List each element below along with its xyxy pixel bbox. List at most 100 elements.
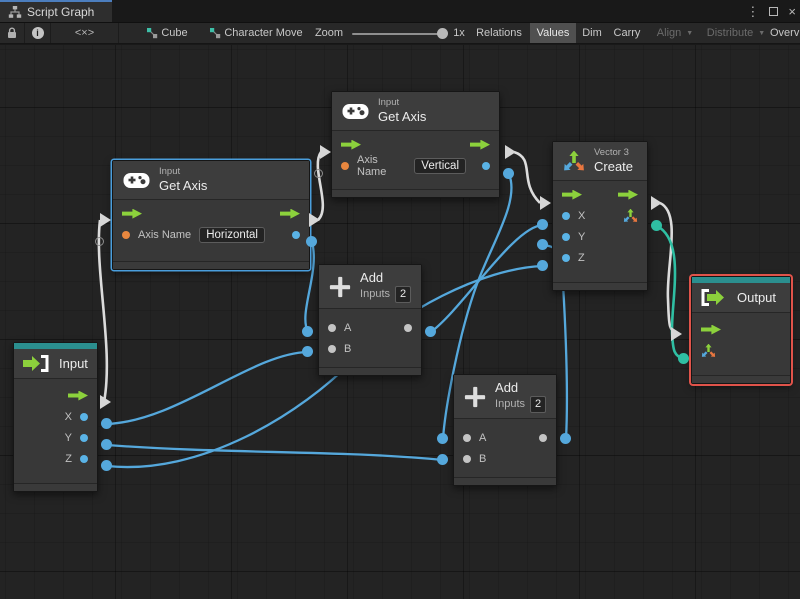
string-input-port[interactable]	[122, 230, 130, 239]
flow-connector-getaxis-h-out[interactable]	[309, 213, 320, 227]
code-view-button[interactable]: <×>	[51, 23, 119, 43]
result-out-port[interactable]	[292, 230, 300, 239]
value-connector-add1-sum[interactable]	[425, 326, 436, 337]
z-input-port[interactable]	[562, 253, 570, 262]
value-connector-output-value[interactable]	[678, 353, 689, 364]
node-graph-input[interactable]: Input X Y Z	[13, 342, 98, 492]
wire-add1-to-vector3-x	[430, 223, 544, 333]
value-connector-add2-b[interactable]	[437, 454, 448, 465]
input-b-port[interactable]	[463, 454, 471, 463]
zoom-slider-handle[interactable]	[437, 28, 448, 39]
zoom-slider-track[interactable]	[352, 33, 444, 35]
flow-connector-vector3-out[interactable]	[651, 196, 662, 210]
value-connector-vector3-y[interactable]	[537, 239, 548, 250]
graph-canvas[interactable]: Input Get Axis Axis Name Vertical Input …	[0, 45, 800, 599]
node-vector3-create[interactable]: Vector 3 Create X Y Z	[552, 141, 648, 291]
node-header[interactable]: Add Inputs 2	[454, 375, 556, 420]
value-connector-input-z[interactable]	[101, 460, 112, 471]
flow-connector-getaxis-v-in[interactable]	[320, 145, 331, 159]
input-a-port[interactable]	[463, 433, 471, 442]
input-b-port[interactable]	[328, 344, 336, 353]
vector3-result-port[interactable]	[623, 208, 638, 223]
y-out-port[interactable]	[80, 433, 88, 442]
unconnected-port-getaxis-v-axisname[interactable]	[314, 169, 323, 178]
value-connector-vector3-z[interactable]	[537, 260, 548, 271]
sum-out-port[interactable]	[539, 433, 547, 442]
value-connector-getaxis-v-result[interactable]	[503, 168, 514, 179]
x-input-port[interactable]	[562, 211, 570, 220]
lock-button[interactable]	[0, 23, 25, 43]
port-a-label: A	[344, 321, 352, 334]
flow-connector-input-out[interactable]	[100, 395, 111, 409]
toolbar-button-overview[interactable]: Overview	[770, 23, 800, 43]
flow-in-port[interactable]	[562, 189, 582, 200]
graph-breadcrumb-cube[interactable]: Cube	[138, 23, 196, 43]
x-out-port[interactable]	[80, 412, 88, 421]
node-add-1[interactable]: Add Inputs 2 A B	[318, 264, 422, 376]
flow-connector-getaxis-h-in[interactable]	[100, 213, 111, 227]
value-connector-input-y[interactable]	[101, 439, 112, 450]
port-row-b: B	[319, 338, 421, 359]
script-graph-hierarchy-icon	[8, 6, 22, 18]
vector3-value-port[interactable]	[701, 343, 716, 358]
port-b-label: B	[479, 452, 487, 465]
input-a-port[interactable]	[328, 323, 336, 332]
node-header[interactable]: Input Get Axis	[332, 92, 499, 132]
z-out-port[interactable]	[80, 454, 88, 463]
flow-connector-getaxis-v-out[interactable]	[505, 145, 516, 159]
node-graph-output[interactable]: Output	[691, 276, 791, 384]
value-connector-add2-a[interactable]	[437, 433, 448, 444]
graph-breadcrumb-character-move[interactable]: Character Move	[204, 23, 308, 43]
axis-name-row: Axis Name Horizontal	[113, 224, 309, 245]
string-input-port[interactable]	[341, 161, 349, 170]
toolbar-button-align[interactable]: Align ▼	[650, 23, 700, 43]
port-z-label: Z	[65, 452, 72, 465]
flow-port-row	[113, 203, 309, 224]
node-header[interactable]: Vector 3 Create	[553, 142, 647, 182]
unconnected-port-getaxis-h-axisname[interactable]	[95, 237, 104, 246]
flow-out-port[interactable]	[470, 139, 490, 150]
y-input-port[interactable]	[562, 232, 570, 241]
flow-out-port[interactable]	[68, 390, 88, 401]
sum-out-port[interactable]	[404, 323, 412, 332]
flow-connector-output-in[interactable]	[671, 327, 682, 341]
node-title: Add	[360, 270, 384, 285]
flow-in-port[interactable]	[341, 139, 361, 150]
toolbar-button-carry[interactable]: Carry	[608, 23, 646, 43]
code-icon: <×>	[74, 27, 95, 39]
value-connector-add2-sum[interactable]	[560, 433, 571, 444]
node-header[interactable]: Output	[692, 283, 790, 313]
port-x-label: X	[578, 209, 586, 222]
value-connector-vector3-x[interactable]	[537, 219, 548, 230]
inputs-count-field[interactable]: 2	[530, 396, 546, 414]
node-header[interactable]: Input	[14, 349, 97, 379]
value-connector-add1-a[interactable]	[302, 326, 313, 337]
flow-connector-vector3-in[interactable]	[540, 196, 551, 210]
flow-in-port[interactable]	[122, 208, 142, 219]
info-button[interactable]: i	[25, 23, 51, 43]
result-out-port[interactable]	[482, 161, 490, 170]
close-icon[interactable]: ×	[788, 5, 796, 18]
node-get-axis-vertical[interactable]: Input Get Axis Axis Name Vertical	[331, 91, 500, 198]
value-connector-getaxis-h-result[interactable]	[306, 236, 317, 247]
node-header[interactable]: Input Get Axis	[113, 161, 309, 201]
toolbar-button-distribute[interactable]: Distribute ▼	[704, 23, 768, 43]
inputs-count-field[interactable]: 2	[395, 286, 411, 304]
axis-name-value[interactable]: Horizontal	[199, 226, 265, 243]
flow-out-port[interactable]	[280, 208, 300, 219]
value-connector-vector3-result[interactable]	[651, 220, 662, 231]
toolbar-button-relations[interactable]: Relations	[470, 23, 528, 43]
toolbar-button-values[interactable]: Values	[530, 23, 576, 43]
axis-name-value[interactable]: Vertical	[414, 157, 466, 174]
tab-script-graph[interactable]: Script Graph	[0, 0, 112, 22]
value-connector-add1-b[interactable]	[302, 346, 313, 357]
toolbar-button-dim[interactable]: Dim	[578, 23, 606, 43]
flow-out-port[interactable]	[618, 189, 638, 200]
node-get-axis-horizontal[interactable]: Input Get Axis Axis Name Horizontal	[112, 160, 310, 270]
flow-in-port[interactable]	[701, 324, 721, 335]
maximize-icon[interactable]	[769, 6, 779, 16]
node-header[interactable]: Add Inputs 2	[319, 265, 421, 310]
value-connector-input-x[interactable]	[101, 418, 112, 429]
kebab-menu-icon[interactable]: ⋮	[746, 5, 759, 18]
node-add-2[interactable]: Add Inputs 2 A B	[453, 374, 557, 486]
